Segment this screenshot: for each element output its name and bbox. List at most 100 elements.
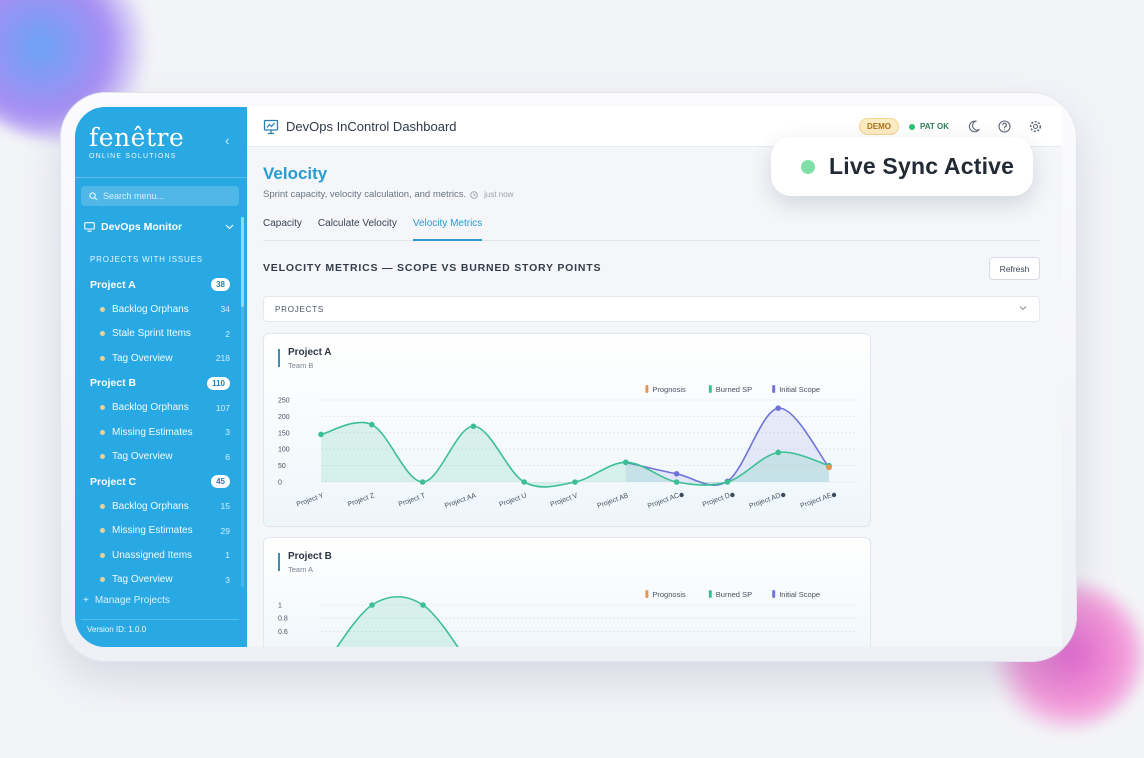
bullet-dot (100, 306, 105, 312)
project-nav: Project A 38 Backlog Orphans 34 Stale Spri… (75, 272, 240, 588)
data-point (521, 479, 527, 485)
sidebar-search (81, 186, 239, 206)
chart-card-project-a: Project A Team B Prognosis Burned SP Initi… (263, 333, 871, 527)
bullet-dot (100, 405, 105, 411)
data-point (470, 423, 477, 430)
tab-calculate-velocity[interactable]: Calculate Velocity (318, 218, 397, 241)
devops-monitor-dropdown[interactable]: DevOps Monitor (84, 221, 234, 233)
data-point (775, 405, 781, 411)
data-point (724, 479, 731, 485)
sidebar-item[interactable]: Backlog Orphans 34 (75, 297, 240, 322)
tab-velocity-metrics[interactable]: Velocity Metrics (412, 218, 483, 241)
axis-marker (781, 492, 786, 498)
page-title: Velocity (263, 164, 328, 183)
data-point (318, 431, 324, 438)
bullet-dot (100, 331, 105, 337)
axis-marker (679, 492, 684, 498)
bullet-dot (100, 577, 105, 583)
status-dot (908, 123, 915, 130)
pat-status: PAT OK (908, 122, 949, 131)
monitor-label: DevOps Monitor (101, 221, 183, 233)
chevron-down-icon (1019, 306, 1027, 311)
search-input[interactable] (103, 191, 233, 201)
app-title: DevOps InControl Dashboard (286, 119, 457, 134)
search-icon (89, 191, 98, 200)
sidebar-item[interactable]: Stale Sprint Items 2 (75, 322, 240, 347)
help-icon[interactable] (997, 120, 1011, 134)
version-label: Version ID: 1.0.0 (81, 619, 239, 637)
sidebar-item[interactable]: Backlog Orphans 15 (75, 494, 240, 519)
x-tick-label: Project AB (596, 492, 629, 510)
sidebar: fenêtre ONLINE SOLUTIONS ‹ DevOps Monito… (75, 107, 247, 647)
legend-swatch (645, 385, 649, 393)
data-point (775, 449, 781, 456)
sidebar-scroll-thumb[interactable] (241, 217, 244, 307)
sidebar-item[interactable]: Missing Estimates 3 (75, 420, 240, 445)
legend-label: Burned SP (716, 590, 752, 599)
x-tick-label: Project Y (296, 492, 325, 508)
sidebar-item[interactable]: Unassigned Items 1 (75, 543, 240, 568)
y-tick-label: 150 (278, 430, 290, 437)
tab-bar: Capacity Calculate Velocity Velocity Met… (263, 218, 1040, 241)
data-point (369, 602, 375, 608)
sidebar-item[interactable]: Tag Overview 6 (75, 445, 240, 470)
y-tick-label: 250 (278, 398, 290, 405)
x-tick-label: Project V (550, 492, 579, 508)
legend-swatch (772, 385, 776, 393)
x-tick-label: Project AD (748, 492, 781, 510)
y-tick-label: 0 (278, 480, 282, 487)
gear-icon[interactable] (1028, 120, 1042, 134)
page-subtitle: Sprint capacity, velocity calculation, a… (263, 189, 514, 200)
legend-swatch (708, 385, 712, 393)
chevron-down-icon (225, 224, 234, 230)
legend-label: Initial Scope (779, 385, 820, 394)
sidebar-project-a[interactable]: Project A 38 (75, 272, 240, 297)
sidebar-item[interactable]: Missing Estimates 29 (75, 519, 240, 544)
legend-label: Burned SP (716, 385, 752, 394)
brand-logo[interactable]: fenêtre ONLINE SOLUTIONS (89, 123, 184, 160)
x-tick-label: Project T (398, 492, 427, 508)
bullet-dot (100, 503, 105, 509)
bullet-dot (100, 355, 105, 361)
legend-swatch (645, 590, 649, 598)
y-tick-label: 1 (278, 603, 282, 610)
y-tick-label: 0.6 (278, 629, 288, 636)
refresh-button[interactable]: Refresh (989, 257, 1040, 280)
bullet-dot (100, 429, 105, 435)
data-point (826, 464, 832, 471)
collapse-sidebar-icon[interactable]: ‹ (225, 133, 229, 148)
axis-marker (730, 492, 735, 498)
sidebar-item[interactable]: Tag Overview 3 (75, 568, 240, 589)
count-badge: 110 (207, 376, 230, 390)
divider (75, 177, 247, 178)
moon-icon[interactable] (966, 120, 980, 134)
data-point (419, 479, 426, 485)
data-point (673, 479, 680, 485)
count-badge: 38 (211, 278, 230, 291)
sidebar-project-c[interactable]: Project C 45 (75, 469, 240, 494)
tab-capacity[interactable]: Capacity (263, 218, 302, 241)
bullet-dot (100, 552, 105, 558)
legend-label: Prognosis (652, 385, 686, 394)
x-tick-label: Project AC (647, 492, 680, 510)
y-tick-label: 50 (278, 463, 286, 470)
sidebar-item[interactable]: Backlog Orphans 107 (75, 396, 240, 421)
demo-badge: DEMO (858, 118, 899, 135)
live-sync-indicator: Live Sync Active (771, 137, 1033, 196)
sidebar-item[interactable]: Tag Overview 218 (75, 346, 240, 371)
count-badge: 45 (211, 475, 230, 488)
x-tick-label: Project D (702, 492, 731, 508)
legend-label: Initial Scope (779, 590, 820, 599)
projects-filter-dropdown[interactable]: PROJECTS (263, 296, 1040, 322)
legend-swatch (708, 590, 712, 598)
clock-icon (470, 190, 478, 199)
bullet-dot (100, 454, 105, 460)
chart-project-b: Prognosis Burned SP Initial Scope 0.6 0.8 1 (278, 590, 856, 647)
data-point (623, 459, 629, 466)
y-tick-label: 200 (278, 414, 290, 421)
x-tick-label: Project AA (444, 492, 477, 510)
axis-marker (831, 492, 837, 498)
manage-projects-button[interactable]: + Manage Projects (83, 595, 170, 606)
legend-label: Prognosis (652, 590, 686, 599)
sidebar-project-b[interactable]: Project B 110 (75, 371, 240, 396)
